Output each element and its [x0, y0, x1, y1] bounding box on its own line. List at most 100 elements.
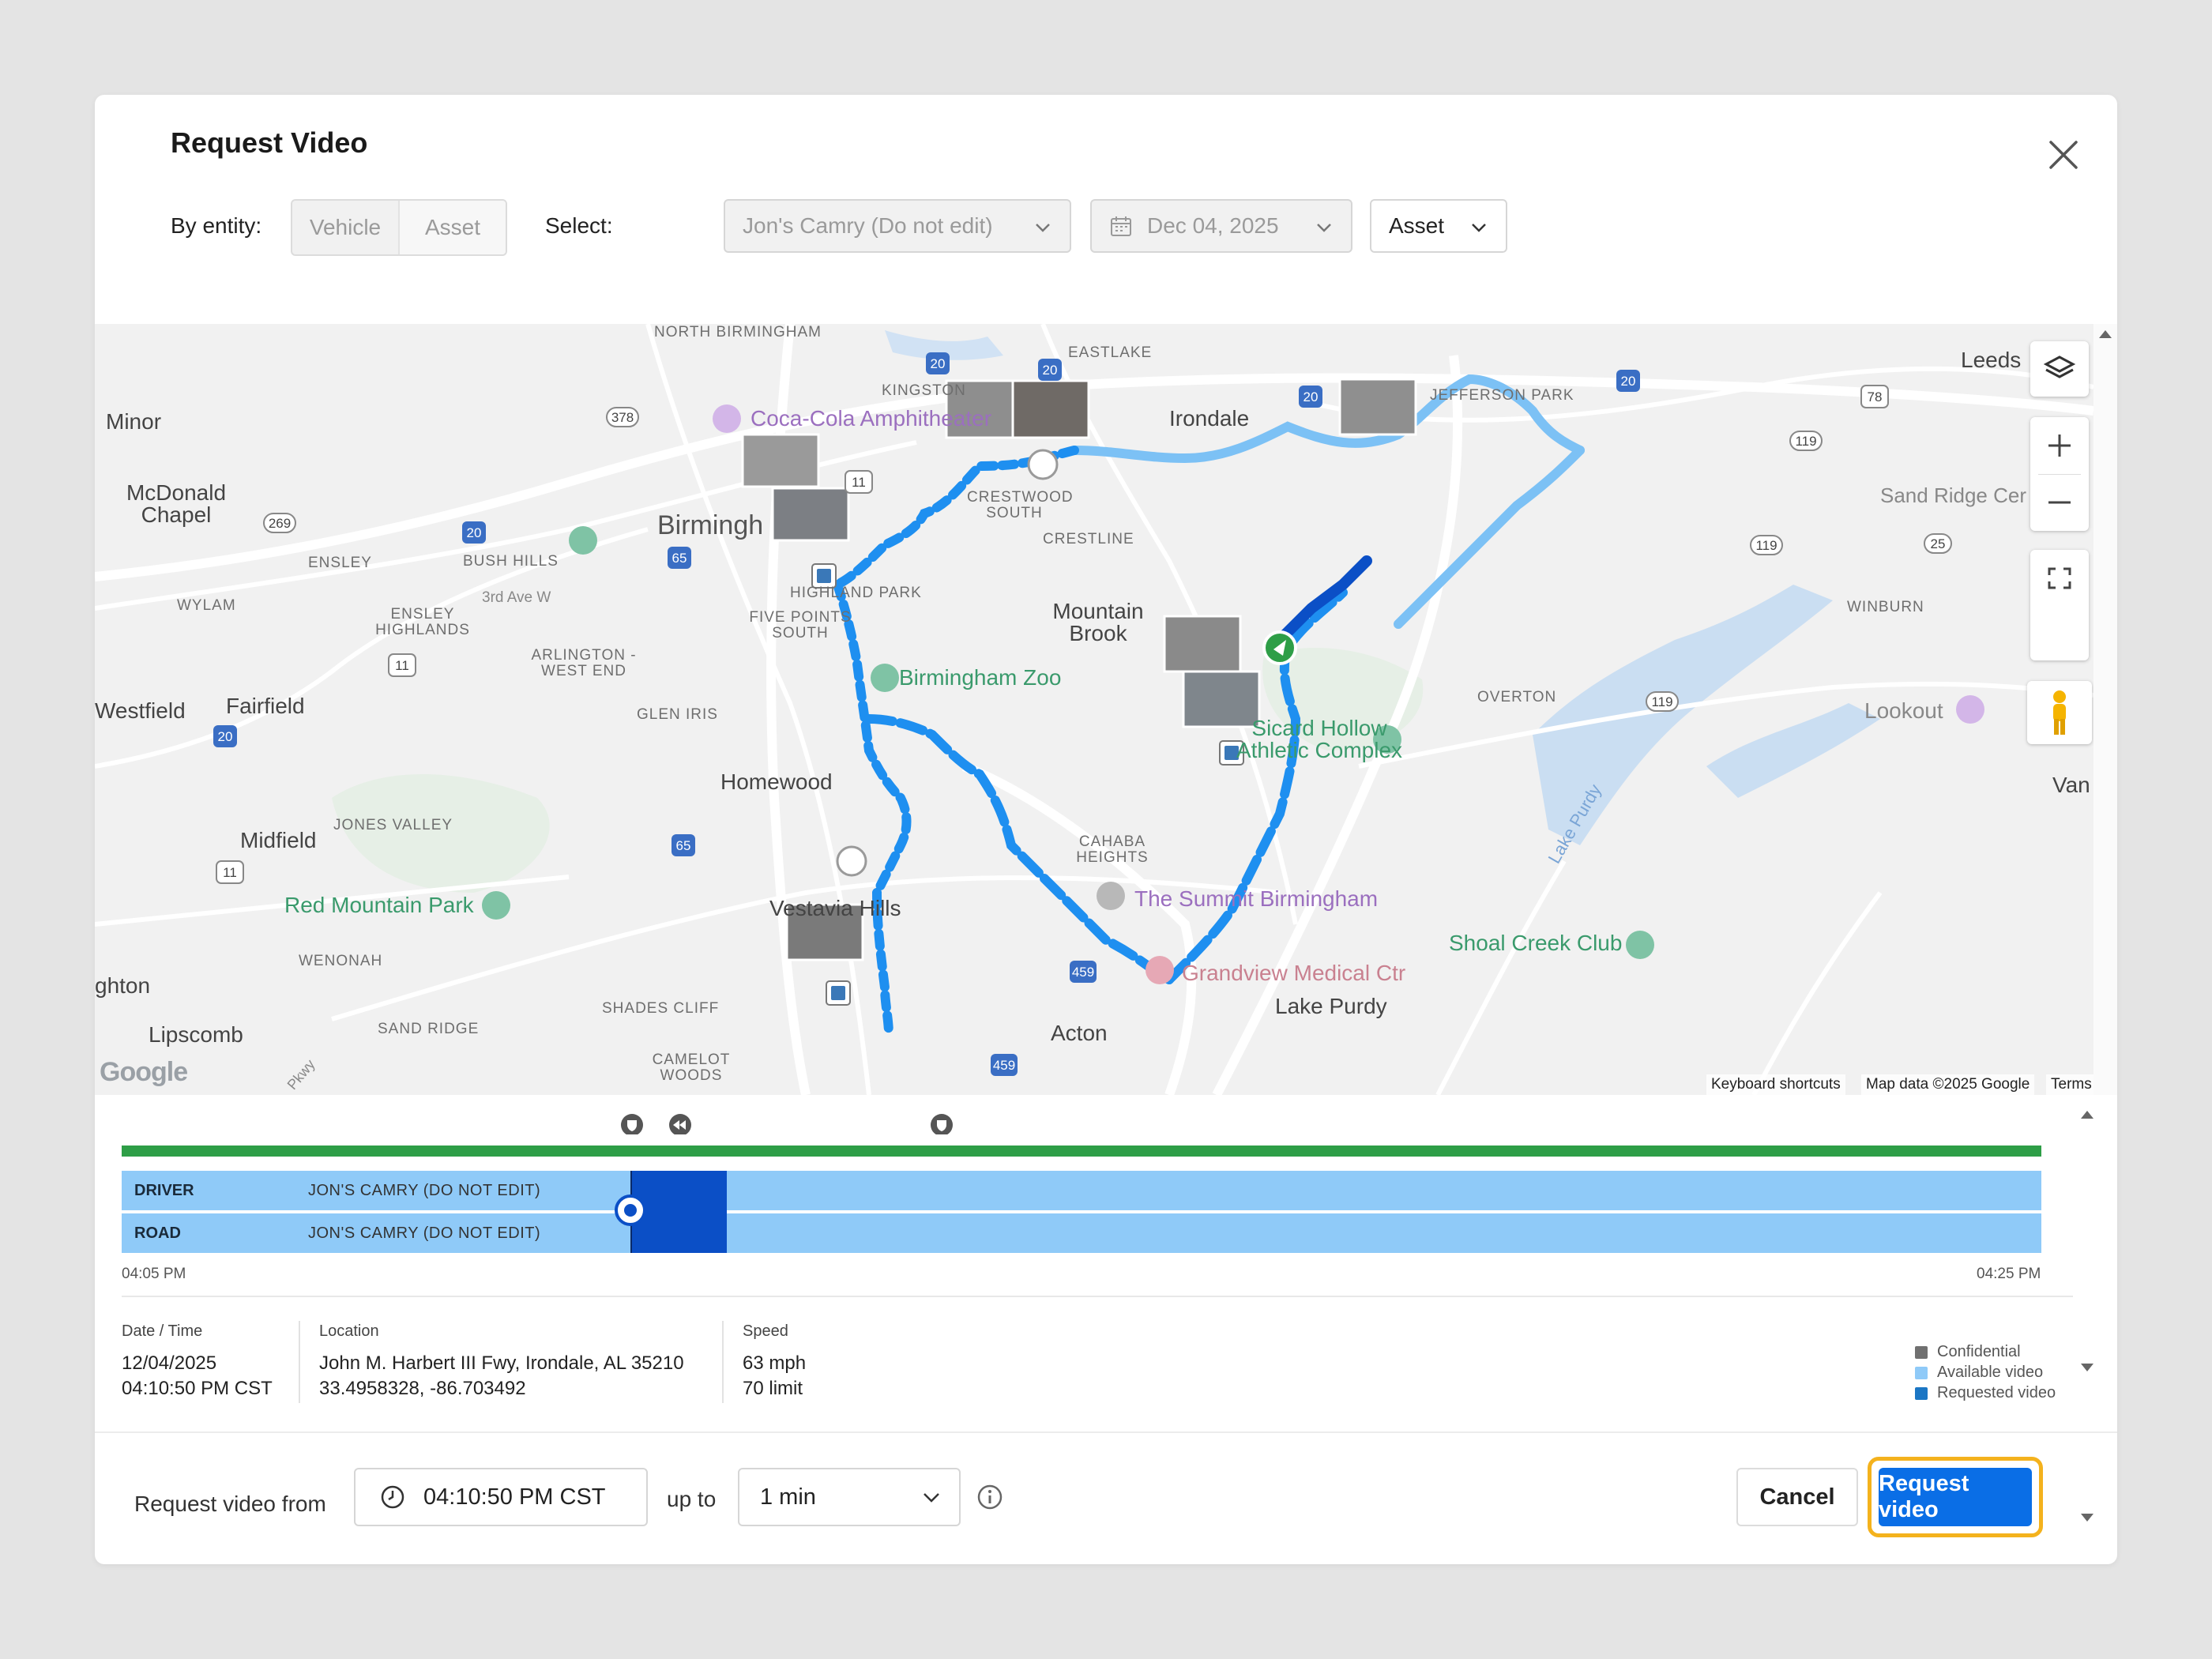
map-label: ghton	[95, 973, 151, 998]
entity-option-asset[interactable]: Asset	[398, 201, 506, 254]
speed-value: 63 mph	[743, 1352, 807, 1374]
map-label: FIVE POINTS SOUTH	[749, 609, 852, 641]
zoom-out-button[interactable]	[2030, 474, 2089, 531]
google-logo: Google	[100, 1057, 188, 1087]
legend-confidential: Confidential	[1915, 1343, 2021, 1361]
map-label: Birmingham Zoo	[899, 665, 1062, 690]
legend-swatch	[1915, 1345, 1928, 1359]
filter-bar: By entity: Vehicle Asset Select: Jon's C…	[171, 199, 1988, 256]
datetime-label: Date / Time	[122, 1322, 203, 1340]
clock-icon	[381, 1485, 404, 1509]
keyboard-shortcuts-link[interactable]: Keyboard shortcuts	[1706, 1074, 1845, 1095]
map-label: OVERTON	[1477, 689, 1557, 705]
map-label: Mountain Brook	[1052, 599, 1144, 645]
map-label: WYLAM	[177, 597, 236, 614]
svg-text:269: 269	[269, 516, 291, 531]
video-timeline: DRIVER JON'S CAMRY (DO NOT EDIT) ROAD JO…	[95, 1095, 2117, 1522]
up-to-label: up to	[667, 1487, 717, 1511]
map-label: Leeds	[1961, 348, 2022, 372]
map-label: CRESTWOOD SOUTH	[967, 489, 1074, 521]
svg-text:65: 65	[676, 838, 691, 853]
map-label: ARLINGTON - WEST END	[531, 647, 637, 679]
duration-select[interactable]: 1 min	[738, 1468, 961, 1526]
separator	[722, 1321, 724, 1403]
info-button[interactable]	[975, 1482, 1005, 1516]
timeline-scroll-down[interactable]	[2078, 1360, 2097, 1380]
driver-track[interactable]: DRIVER JON'S CAMRY (DO NOT EDIT)	[122, 1171, 2041, 1210]
road-track[interactable]: ROAD JON'S CAMRY (DO NOT EDIT)	[122, 1213, 2041, 1253]
address-value: John M. Harbert III Fwy, Irondale, AL 35…	[319, 1352, 684, 1374]
request-from-label: Request video from	[134, 1492, 326, 1516]
playhead-handle[interactable]	[615, 1194, 646, 1226]
map-label: KINGSTON	[882, 382, 966, 399]
svg-text:11: 11	[395, 658, 409, 673]
scroll-up-icon	[2099, 330, 2112, 338]
map-label: Midfield	[240, 828, 317, 852]
request-video-button[interactable]: Request video	[1879, 1468, 2032, 1526]
entity-option-vehicle[interactable]: Vehicle	[292, 201, 398, 254]
chevron-down-icon	[1036, 224, 1050, 232]
svg-text:20: 20	[1043, 363, 1058, 378]
map-label: NORTH BIRMINGHAM	[654, 324, 822, 340]
close-button[interactable]	[2041, 133, 2086, 177]
terms-link[interactable]: Terms	[2046, 1074, 2094, 1095]
legend-swatch	[1915, 1366, 1928, 1379]
date-select-value: Dec 04, 2025	[1147, 213, 1279, 238]
map-label: Vestavia Hills	[769, 896, 901, 920]
map-label: Lipscomb	[149, 1022, 243, 1047]
track-vehicle: JON'S CAMRY (DO NOT EDIT)	[308, 1224, 541, 1242]
route-map[interactable]: 20 20 20 20 20 65 20 65 459 459 378 78 1…	[95, 324, 2094, 1095]
zoom-in-button[interactable]	[2030, 417, 2089, 474]
map-label: ENSLEY	[308, 555, 372, 571]
map-label: HIGHLAND PARK	[790, 585, 922, 601]
map-label: EASTLAKE	[1068, 344, 1153, 361]
rewind-marker-icon	[669, 1114, 691, 1134]
shield-marker-icon	[931, 1114, 953, 1134]
map-label: Westfield	[95, 698, 186, 723]
duration-value: 1 min	[760, 1484, 816, 1510]
map-label: Red Mountain Park	[284, 893, 474, 917]
svg-text:119: 119	[1795, 434, 1816, 449]
fullscreen-icon	[2048, 567, 2071, 589]
timeline-scroll-up[interactable]	[2078, 1106, 2097, 1126]
legend-label: Confidential	[1937, 1343, 2021, 1360]
map-label: Van	[2052, 773, 2090, 797]
date-select[interactable]: Dec 04, 2025	[1090, 199, 1352, 253]
layers-button[interactable]	[2030, 341, 2089, 397]
track-vehicle: JON'S CAMRY (DO NOT EDIT)	[308, 1182, 541, 1199]
type-select[interactable]: Asset	[1370, 199, 1507, 253]
timeline-markers	[621, 1114, 953, 1134]
divider	[122, 1296, 2073, 1297]
zoom-controls	[2030, 417, 2089, 531]
layers-icon	[2043, 356, 2076, 378]
svg-text:65: 65	[672, 551, 687, 566]
svg-text:459: 459	[1072, 965, 1094, 980]
vehicle-select[interactable]: Jon's Camry (Do not edit)	[724, 199, 1071, 253]
street-view-button[interactable]	[2027, 681, 2092, 744]
separator	[299, 1321, 300, 1403]
cancel-button[interactable]: Cancel	[1736, 1468, 1858, 1526]
info-icon	[977, 1484, 1003, 1510]
fullscreen-button[interactable]	[2030, 550, 2089, 660]
svg-text:378: 378	[611, 410, 634, 425]
map-label: GLEN IRIS	[637, 706, 718, 723]
map-label: ENSLEY HIGHLANDS	[375, 606, 470, 638]
map-scrollbar[interactable]	[2094, 324, 2117, 1095]
svg-text:20: 20	[218, 729, 233, 744]
map-data-attribution: Map data ©2025 Google	[1861, 1074, 2035, 1095]
legend-label: Available video	[1937, 1364, 2044, 1381]
map-label: The Summit Birmingham	[1134, 886, 1379, 911]
legend-label: Requested video	[1937, 1384, 2056, 1401]
plus-icon	[2048, 434, 2071, 457]
legend-available: Available video	[1915, 1364, 2043, 1382]
track-name: DRIVER	[134, 1182, 194, 1199]
svg-text:25: 25	[1931, 536, 1946, 551]
map-label: JONES VALLEY	[333, 817, 453, 833]
type-select-value: Asset	[1389, 213, 1445, 238]
start-time-input[interactable]: 04:10:50 PM CST	[354, 1468, 648, 1526]
chevron-down-icon	[924, 1493, 939, 1503]
time-value: 04:10:50 PM CST	[122, 1378, 273, 1399]
map-label: Lake Purdy	[1275, 994, 1387, 1018]
entity-label: By entity:	[171, 213, 262, 238]
timeline-end-time: 04:25 PM	[1977, 1266, 2041, 1282]
